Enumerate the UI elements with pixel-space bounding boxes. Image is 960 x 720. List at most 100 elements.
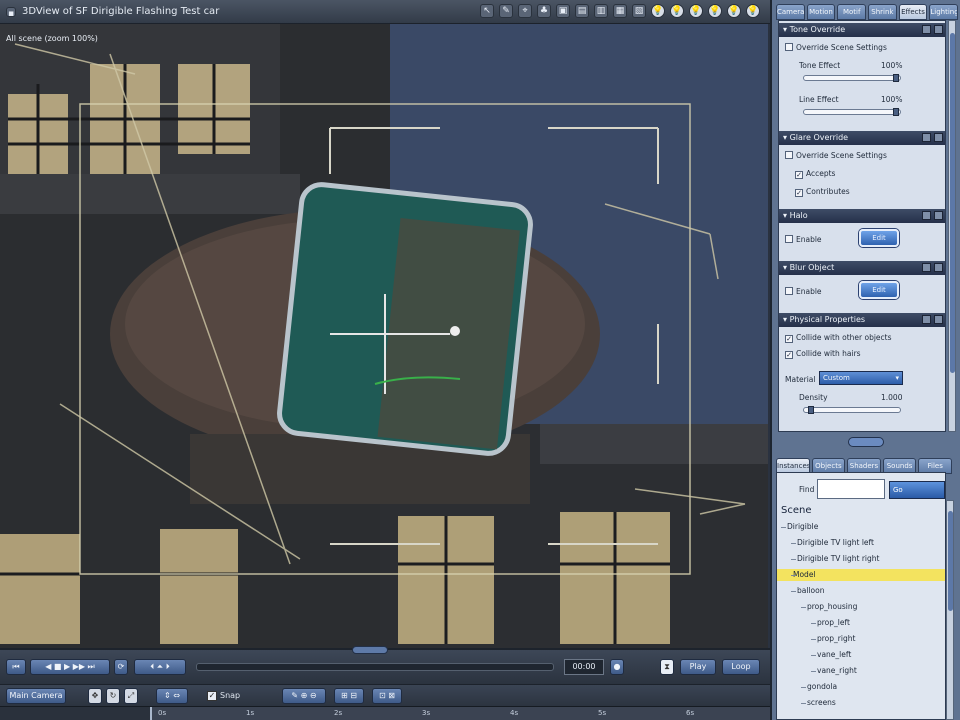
blur-header[interactable]: ▾ Blur Object [779,261,945,275]
tone-override-label: Override Scene Settings [796,43,887,52]
scene-tree-item[interactable]: prop_housing [807,601,857,613]
light-bulb-icon[interactable]: 💡 [708,4,722,18]
scene-scrollbar[interactable] [946,500,954,720]
line-effect-knob[interactable] [893,108,899,116]
glare-override-checkbox[interactable]: Override Scene Settings [785,151,887,160]
find-go-button[interactable]: Go [889,481,945,499]
density-label: Density [799,393,828,402]
rotate-icon[interactable]: ↻ [106,688,120,704]
3d-viewport[interactable]: All scene (zoom 100%) [0,24,770,648]
loop-button[interactable]: Loop [722,659,760,675]
snap-checkbox[interactable]: ✓ [207,691,217,701]
scene-scroll-thumb[interactable] [948,511,953,611]
timeline-tick-label: 1s [246,709,255,717]
timeline-track[interactable]: 0s1s2s3s4s5s6s7s [0,706,782,720]
density-knob[interactable] [808,406,815,414]
panel-split-grip[interactable] [848,437,884,447]
view-tool-icon[interactable]: ✎ [499,4,513,18]
view-tool-icon[interactable]: ▦ [613,4,627,18]
scene-tree-item[interactable]: gondola [807,681,837,693]
timeline-collapse-grip[interactable] [352,646,388,654]
play-button[interactable]: Play [680,659,716,675]
collide-objects-checkbox[interactable]: ✓ Collide with other objects [785,333,892,343]
view-tool-icon[interactable]: ▤ [575,4,589,18]
scene-tree-item[interactable]: vane_right [817,665,857,677]
scene-tree-item[interactable]: Dirigible TV light left [797,537,874,549]
hourglass-icon[interactable]: ⧗ [660,659,674,675]
halo-section: ▾ Halo Enable Edit [779,209,945,247]
glare-contributes-checkbox[interactable]: ✓ Contributes [795,187,850,197]
density-slider[interactable] [803,406,901,414]
align-buttons[interactable]: ⇕ ⇔ [156,688,188,704]
blur-enable-label: Enable [796,287,822,296]
animation-transport: ⏮ ◀ ■ ▶ ▶▶ ⏭ ⟳ ⏴ ⏶ ⏵ 00:00 ● ⧗ Play Loop [0,646,770,684]
properties-scrollbar[interactable] [948,20,956,432]
move-icon[interactable]: ✥ [88,688,102,704]
grid-buttons[interactable]: ⊞ ⊟ [334,688,364,704]
record-button[interactable]: ● [610,659,624,675]
glare-contributes-label: Contributes [806,187,850,196]
halo-header[interactable]: ▾ Halo [779,209,945,223]
tab-shrink[interactable]: Shrink [868,4,897,20]
view-tool-icon[interactable]: ▣ [556,4,570,18]
scene-tree-item[interactable]: Model [777,569,945,581]
material-value: Custom [823,374,850,382]
tab-motion[interactable]: Motion [806,4,836,20]
collide-hairs-checkbox[interactable]: ✓ Collide with hairs [785,349,861,359]
tone-effect-slider[interactable] [803,74,901,82]
scene-tree-item[interactable]: screens [807,697,836,709]
tab-effects[interactable]: Effects [898,4,928,20]
tab-camera[interactable]: Camera [776,4,805,20]
blur-edit-button[interactable]: Edit [859,281,899,299]
timeline-ruler[interactable]: 0s1s2s3s4s5s6s7s [150,707,782,720]
tone-override-checkbox[interactable]: Override Scene Settings [785,43,887,52]
light-bulb-icon[interactable]: 💡 [651,4,665,18]
view-tool-icon[interactable]: ♣ [537,4,551,18]
tree-connector [791,575,796,576]
scene-tree-item[interactable]: vane_left [817,649,851,661]
scene-tree-item[interactable]: balloon [797,585,824,597]
material-dropdown[interactable]: Custom ▾ [819,371,903,385]
halo-enable-checkbox[interactable]: Enable [785,235,822,244]
light-bulb-icon[interactable]: 💡 [689,4,703,18]
scene-tree-item[interactable]: Dirigible TV light right [797,553,879,565]
keyframe-nav-buttons[interactable]: ⏴ ⏶ ⏵ [134,659,186,675]
view-tool-icon[interactable]: ▥ [594,4,608,18]
view-tool-icon[interactable]: ⌖ [518,4,532,18]
view-tool-icon[interactable]: ↖ [480,4,494,18]
light-bulb-icon[interactable]: 💡 [746,4,760,18]
tone-override-header[interactable]: ▾ Tone Override [779,23,945,37]
scene-tree-item[interactable]: Dirigible [787,521,818,533]
tab-lighting[interactable]: Lighting [929,4,959,20]
blur-enable-checkbox[interactable]: Enable [785,287,822,296]
scene-root[interactable]: Scene [781,505,812,517]
tab-motif[interactable]: Motif [837,4,867,20]
material-label: Material [785,375,816,384]
line-effect-slider[interactable] [803,108,901,116]
frame-counter[interactable]: 00:00 [564,659,604,675]
scene-tree-item[interactable]: prop_left [817,617,850,629]
light-bulb-icon[interactable]: 💡 [727,4,741,18]
view-mode-buttons[interactable]: ✎ ⊕ ⊖ [282,688,326,704]
view-tool-icon[interactable]: ▧ [632,4,646,18]
viewport-status-label: All scene (zoom 100%) [6,34,98,43]
halo-edit-button[interactable]: Edit [859,229,899,247]
scale-icon[interactable]: ⤢ [124,688,138,704]
timeline-scrubber[interactable] [196,663,554,671]
physics-header[interactable]: ▾ Physical Properties [779,313,945,327]
window-menu-icon[interactable]: ▪ [6,6,16,19]
physics-title: Physical Properties [789,315,866,324]
camera-select-button[interactable]: Main Camera [6,688,66,704]
properties-scroll-thumb[interactable] [950,33,955,373]
frame-buttons[interactable]: ⊡ ⊠ [372,688,402,704]
camera-toolbar: Main Camera ✥ ↻ ⤢ ⇕ ⇔ ✓ Snap ✎ ⊕ ⊖ ⊞ ⊟ ⊡… [0,684,770,706]
scene-tree-item[interactable]: prop_right [817,633,855,645]
find-input[interactable] [817,479,885,499]
light-bulb-icon[interactable]: 💡 [670,4,684,18]
transport-buttons[interactable]: ◀ ■ ▶ ▶▶ ⏭ [30,659,110,675]
glare-override-header[interactable]: ▾ Glare Override [779,131,945,145]
loop-mode-icon[interactable]: ⟳ [114,659,128,675]
glare-accepts-checkbox[interactable]: ✓ Accepts [795,169,835,179]
tone-effect-knob[interactable] [893,74,899,82]
first-frame-button[interactable]: ⏮ [6,659,26,675]
